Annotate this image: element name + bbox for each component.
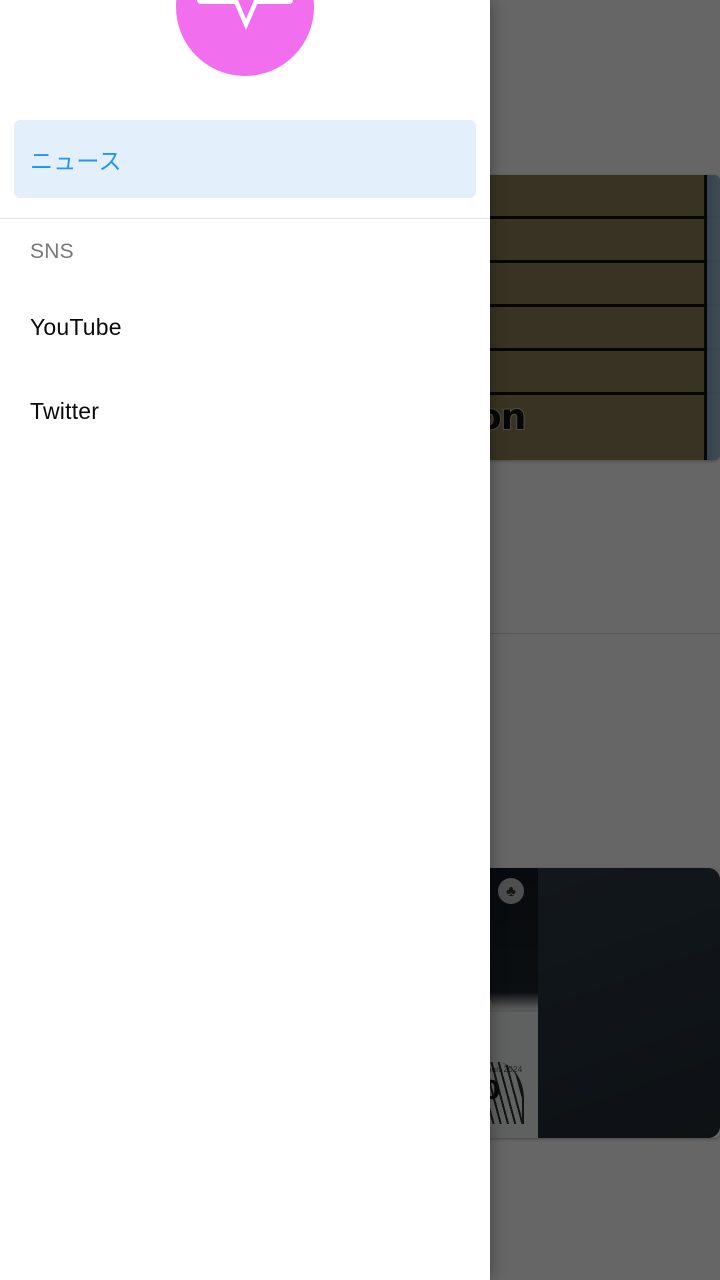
drawer-header: みどり チャンネル <box>0 0 490 120</box>
drawer-item-label: YouTube <box>30 313 122 340</box>
drawer-item-news[interactable]: ニュース <box>14 120 476 198</box>
drawer-item-twitter[interactable]: Twitter <box>0 369 490 453</box>
drawer-item-label: ニュース <box>30 148 122 174</box>
screen: A K B 4 8 <box>0 0 720 1280</box>
navigation-drawer: みどり チャンネル ニュース SNS YouTube Twitter <box>0 0 490 1280</box>
drawer-item-label: Twitter <box>30 397 100 424</box>
channel-logo-icon[interactable]: みどり チャンネル <box>176 0 314 76</box>
drawer-nav-primary: ニュース <box>0 120 490 198</box>
drawer-item-youtube[interactable]: YouTube <box>0 285 490 369</box>
drawer-nav-sns-group: SNS YouTube Twitter <box>0 219 490 453</box>
drawer-empty-space <box>0 453 490 1280</box>
speech-bubble-tail-icon <box>233 0 259 30</box>
drawer-group-label-sns: SNS <box>0 219 490 285</box>
drawer-group-label-text: SNS <box>30 240 74 263</box>
